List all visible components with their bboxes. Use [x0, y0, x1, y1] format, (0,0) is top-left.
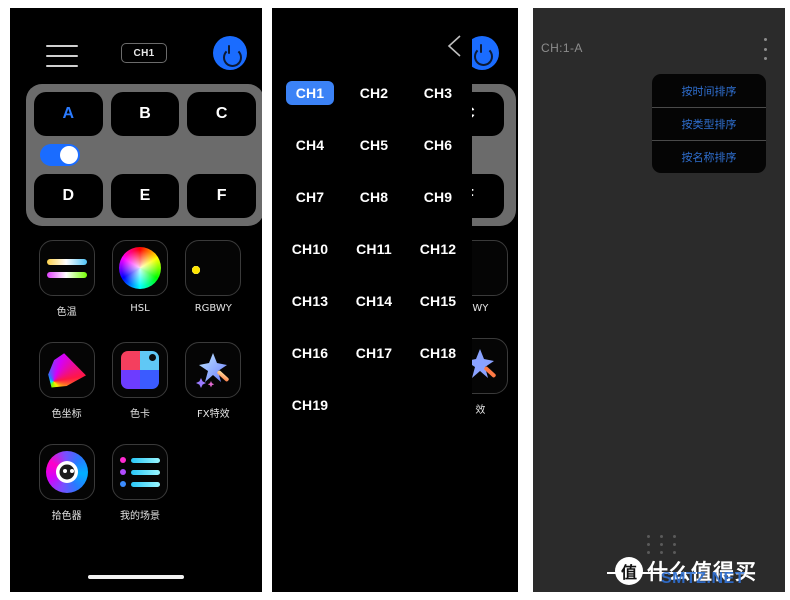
sort-dropdown-menu: 按时间排序 按类型排序 按名称排序 [652, 74, 766, 173]
watermark-domain: SMTZ.NET [661, 570, 745, 587]
channel-item[interactable]: CH3 [406, 80, 470, 106]
keypad-key-c[interactable]: C [187, 92, 257, 136]
my-scenes-list-icon [111, 444, 168, 500]
tool-label: 色卡 [129, 409, 150, 420]
main-header: CH1 [10, 34, 262, 80]
sort-by-time-item[interactable]: 按时间排序 [652, 74, 766, 107]
fx-effects-icon [185, 342, 242, 398]
channel-item[interactable]: CH17 [342, 340, 406, 366]
channel-item[interactable]: CH19 [278, 392, 342, 418]
channel-item[interactable]: CH9 [406, 184, 470, 210]
tool-hsl[interactable]: HSL [103, 240, 176, 318]
power-button[interactable] [213, 36, 247, 70]
tool-label: 色坐标 [51, 409, 82, 420]
tool-fx-effects[interactable]: FX特效 [177, 342, 250, 420]
toggle-knob [60, 146, 78, 164]
tool-label: RGBWY [194, 303, 232, 314]
home-indicator [88, 575, 184, 579]
channel-item[interactable]: CH12 [406, 236, 470, 262]
tool-label: 效 [475, 405, 486, 416]
tool-cie-coordinates[interactable]: 色坐标 [30, 342, 103, 420]
tool-label: 拾色器 [51, 511, 82, 522]
color-temperature-icon [38, 240, 95, 296]
channel-item[interactable]: CH5 [342, 132, 406, 158]
color-card-icon [111, 342, 168, 398]
channel-chip-button[interactable]: CH1 [121, 43, 167, 63]
keypad-key-d[interactable]: D [34, 174, 103, 218]
more-vertical-icon[interactable] [763, 38, 767, 60]
channel-item[interactable]: CH16 [278, 340, 342, 366]
channel-item[interactable]: CH4 [278, 132, 342, 158]
channel-grid: CH1 CH2 CH3 CH4 CH5 CH6 CH7 CH8 CH9 CH10… [278, 80, 470, 418]
channel-item[interactable]: CH11 [342, 236, 406, 262]
tool-color-card[interactable]: 色卡 [103, 342, 176, 420]
hamburger-menu-icon[interactable] [46, 45, 78, 67]
keypad-row-top: A B C [34, 92, 257, 136]
fx-star-wand-svg [196, 353, 230, 388]
channel-item[interactable]: CH6 [406, 132, 470, 158]
rgbwy-sliders-icon [185, 240, 242, 296]
panel-main-control: CH1 A B C D E F 色温 HSL RGBWY 色坐标 色卡 FX特效… [10, 8, 262, 592]
keypad-key-e[interactable]: E [110, 174, 180, 218]
tool-label: HSL [130, 303, 150, 314]
screenshot-stage: CH1 A B C D E F 色温 HSL RGBWY 色坐标 色卡 FX特效… [0, 0, 790, 600]
channel-item[interactable]: CH10 [278, 236, 342, 262]
color-picker-icon [38, 444, 95, 500]
abcdef-keypad: A B C D E F [26, 84, 262, 226]
channel-item[interactable]: CH14 [342, 288, 406, 314]
cie-coordinate-icon [38, 342, 95, 398]
power-icon [222, 44, 239, 62]
watermark-badge: 值 [615, 557, 643, 585]
channel-item[interactable]: CH8 [342, 184, 406, 210]
tool-color-temperature[interactable]: 色温 [30, 240, 103, 318]
page-title: CH:1-A [541, 41, 583, 55]
keypad-toggle-switch[interactable] [40, 144, 80, 166]
keypad-key-f[interactable]: F [187, 174, 257, 218]
tool-label: FX特效 [197, 409, 230, 420]
keypad-key-b[interactable]: B [110, 92, 180, 136]
scene-header: CH:1-A [533, 34, 785, 66]
channel-item[interactable]: CH13 [278, 288, 342, 314]
panel-channel-picker: C F WY [272, 8, 518, 592]
sort-by-name-item[interactable]: 按名称排序 [652, 140, 766, 173]
keypad-row-bottom: D E F [34, 174, 257, 218]
back-chevron-icon[interactable] [444, 32, 466, 60]
tool-my-scenes[interactable]: 我的场景 [103, 444, 176, 522]
hsl-color-wheel-icon [111, 240, 168, 296]
tool-label: 色温 [56, 307, 77, 318]
channel-item[interactable]: CH18 [406, 340, 470, 366]
tool-color-picker[interactable]: 拾色器 [30, 444, 103, 522]
tool-label: 我的场景 [119, 511, 160, 522]
tool-label: WY [472, 303, 489, 314]
tool-rgbwy[interactable]: RGBWY [177, 240, 250, 318]
dot-grid-icon [647, 535, 681, 554]
channel-item[interactable]: CH15 [406, 288, 470, 314]
channel-item[interactable]: CH1 [278, 80, 342, 106]
keypad-key-a[interactable]: A [34, 92, 103, 136]
panel-scene-list: CH:1-A 按时间排序 按类型排序 按名称排序 值 什么值得买 SMTZ.NE… [533, 8, 785, 592]
channel-item[interactable]: CH2 [342, 80, 406, 106]
channel-item[interactable]: CH7 [278, 184, 342, 210]
sort-by-type-item[interactable]: 按类型排序 [652, 107, 766, 140]
tool-icon-grid: 色温 HSL RGBWY 色坐标 色卡 FX特效 拾色器 我的场景 [30, 240, 250, 522]
